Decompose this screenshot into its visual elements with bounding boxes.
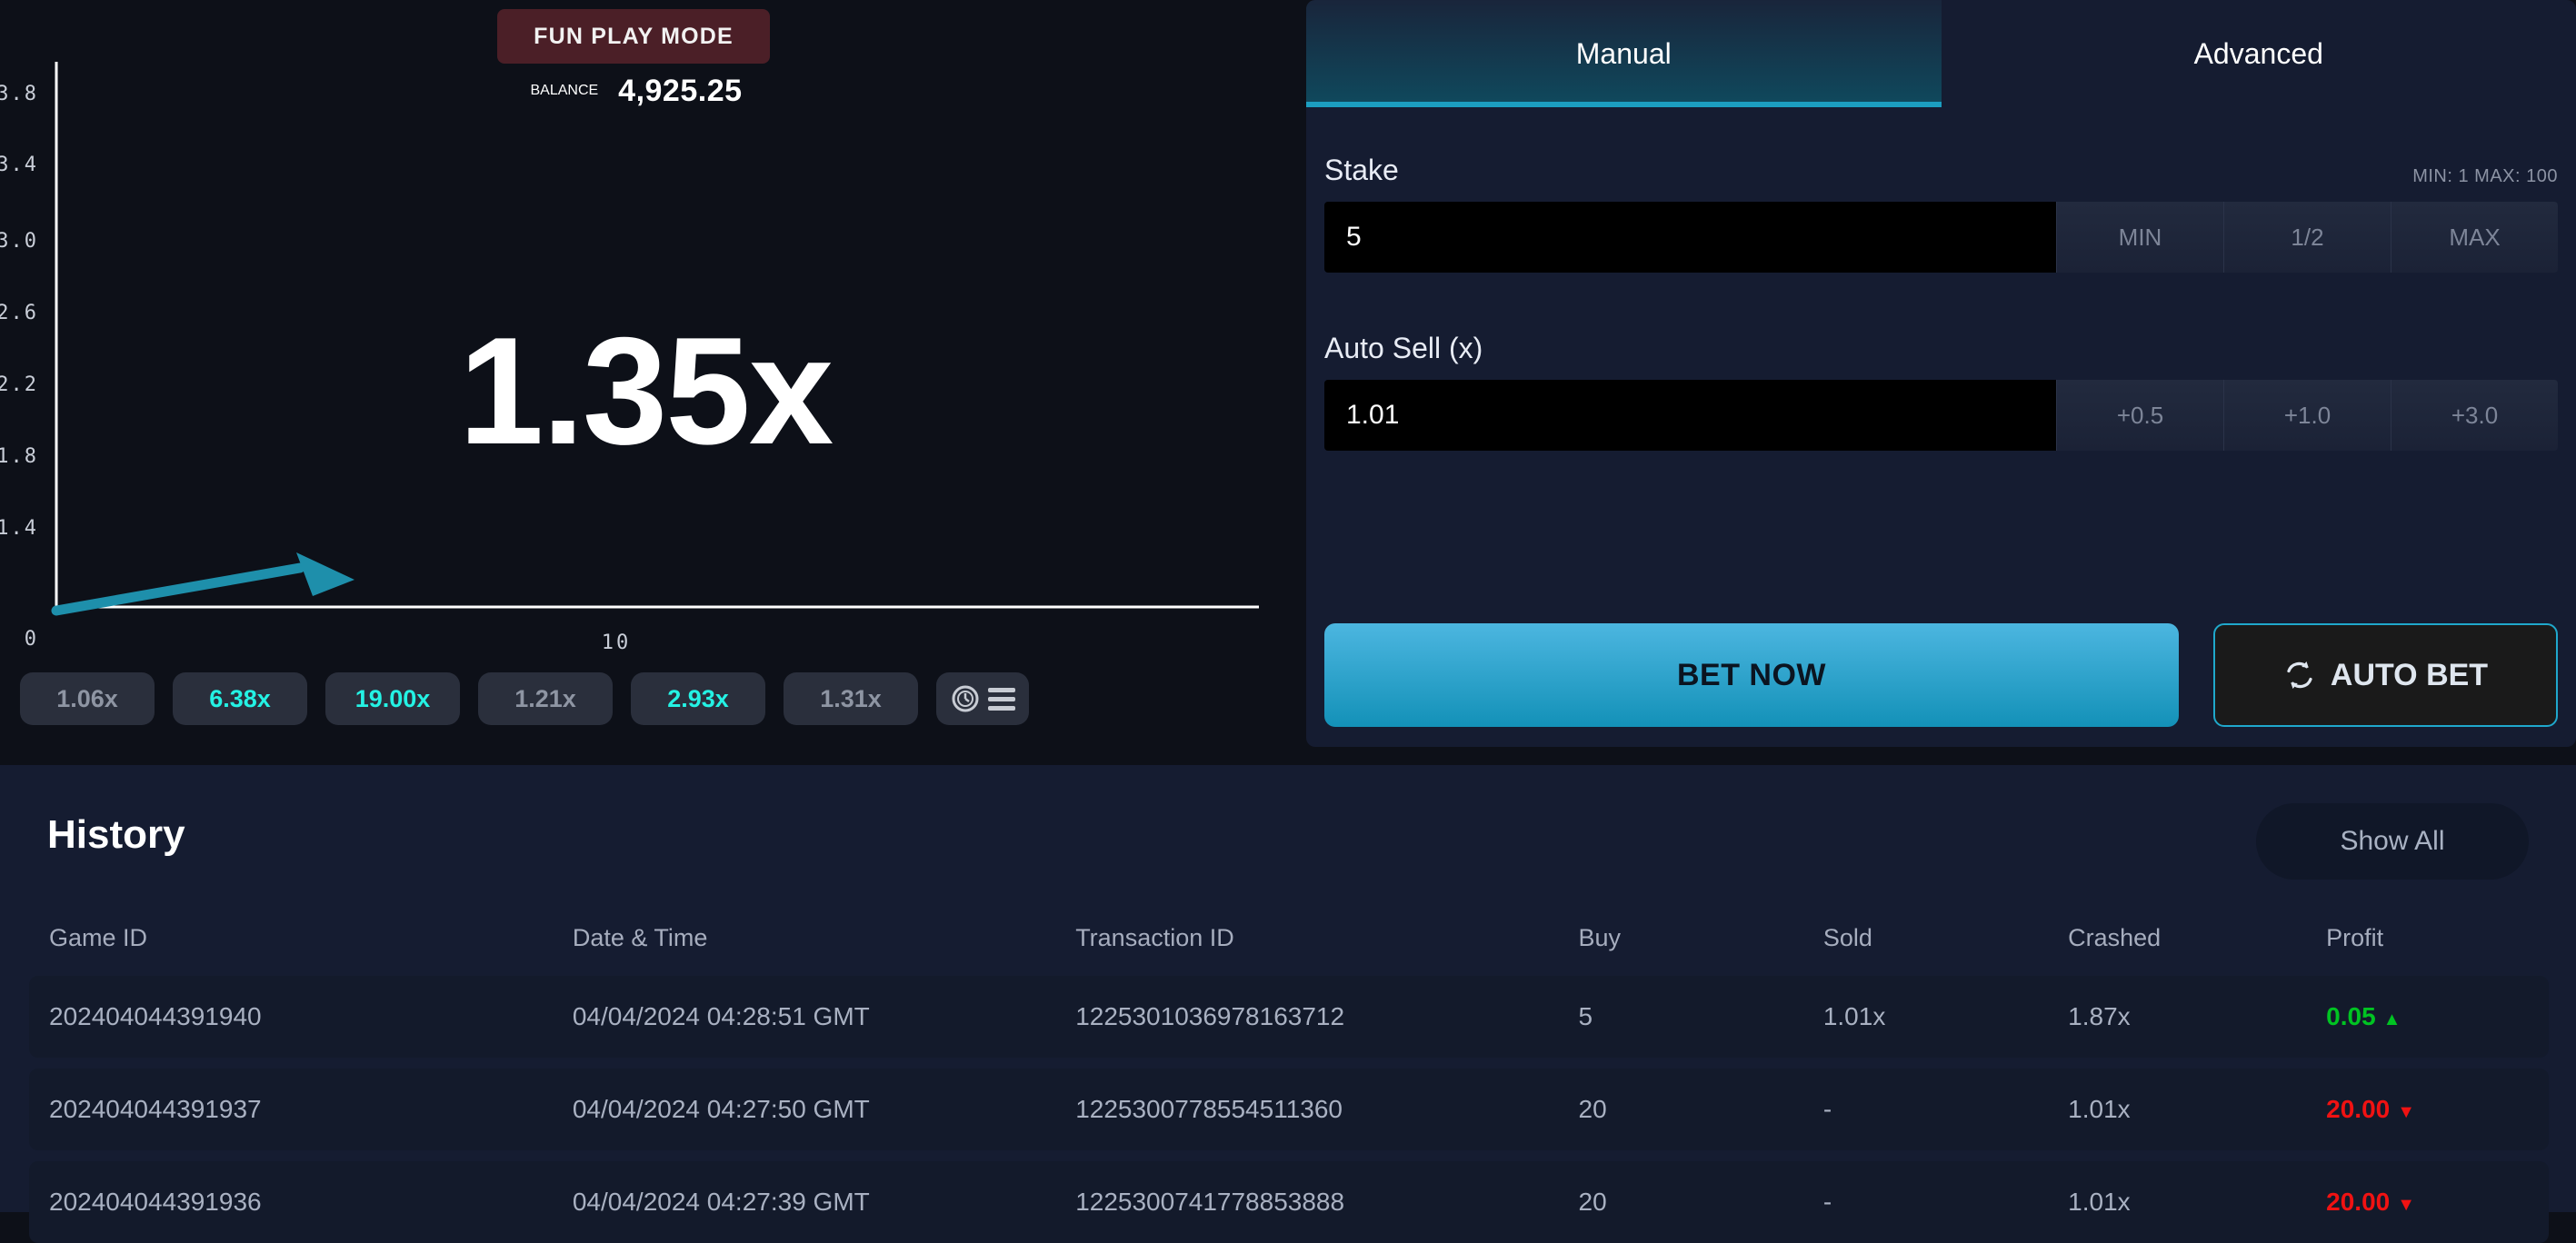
stake-half-button[interactable]: 1/2 <box>2223 202 2391 273</box>
auto-sell-field-row: +0.5 +1.0 +3.0 <box>1324 380 2558 451</box>
svg-text:1.8: 1.8 <box>0 445 38 468</box>
history-title: History <box>47 812 185 858</box>
column-header-transaction-id: Transaction ID <box>1075 924 1578 952</box>
svg-text:2.2: 2.2 <box>0 373 38 396</box>
profit-value: 20.00 <box>2326 1188 2390 1216</box>
stake-quick-buttons: MIN 1/2 MAX <box>2056 202 2558 273</box>
game-panel: FUN PLAY MODE BALANCE 4,925.25 3.8 3.4 3… <box>0 0 1306 752</box>
cell-game-id: 202404044391940 <box>29 1002 573 1031</box>
auto-bet-button[interactable]: AUTO BET <box>2213 623 2558 727</box>
top-area: FUN PLAY MODE BALANCE 4,925.25 3.8 3.4 3… <box>0 0 2576 752</box>
profit-up-arrow-icon: ▲ <box>2383 1009 2401 1029</box>
history-chip[interactable]: 1.31x <box>784 672 918 725</box>
auto-sell-quick-buttons: +0.5 +1.0 +3.0 <box>2056 380 2558 451</box>
cell-buy: 20 <box>1579 1095 1823 1124</box>
auto-sell-plus-half-button[interactable]: +0.5 <box>2056 380 2223 451</box>
cell-transaction-id: 1225300778554511360 <box>1075 1095 1578 1124</box>
bet-actions: BET NOW AUTO BET <box>1324 623 2558 727</box>
cell-profit: 20.00▼ <box>2326 1188 2549 1217</box>
column-header-profit: Profit <box>2326 924 2549 952</box>
tab-advanced[interactable]: Advanced <box>1942 0 2576 107</box>
svg-text:0: 0 <box>25 628 38 651</box>
history-section: History Show All Game ID Date & Time Tra… <box>0 765 2576 1212</box>
history-chip[interactable]: 6.38x <box>173 672 307 725</box>
cell-sold: 1.01x <box>1823 1002 2068 1031</box>
stake-field-head: Stake MIN: 1 MAX: 100 <box>1324 145 2558 187</box>
history-chip[interactable]: 1.21x <box>478 672 613 725</box>
stake-max-button[interactable]: MAX <box>2391 202 2558 273</box>
bet-now-button[interactable]: BET NOW <box>1324 623 2179 727</box>
history-chip[interactable]: 1.06x <box>20 672 155 725</box>
svg-text:10: 10 <box>602 631 632 654</box>
auto-bet-label: AUTO BET <box>2331 658 2488 693</box>
history-header: History Show All <box>0 765 2576 903</box>
profit-down-arrow-icon: ▼ <box>2397 1102 2415 1122</box>
cell-sold: - <box>1823 1188 2068 1217</box>
cell-crashed: 1.01x <box>2068 1095 2326 1124</box>
auto-sell-plus-three-button[interactable]: +3.0 <box>2391 380 2558 451</box>
cell-game-id: 202404044391936 <box>29 1188 573 1217</box>
table-row[interactable]: 202404044391940 04/04/2024 04:28:51 GMT … <box>29 976 2549 1058</box>
auto-sell-plus-one-button[interactable]: +1.0 <box>2223 380 2391 451</box>
table-row[interactable]: 202404044391937 04/04/2024 04:27:50 GMT … <box>29 1069 2549 1150</box>
column-header-crashed: Crashed <box>2068 924 2326 952</box>
history-chip[interactable]: 19.00x <box>325 672 460 725</box>
profit-value: 20.00 <box>2326 1095 2390 1123</box>
clock-icon <box>950 682 983 715</box>
cell-date-time: 04/04/2024 04:28:51 GMT <box>573 1002 1075 1031</box>
svg-text:1.4: 1.4 <box>0 517 38 540</box>
column-header-buy: Buy <box>1579 924 1823 952</box>
cell-buy: 5 <box>1579 1002 1823 1031</box>
list-icon <box>988 688 1015 711</box>
svg-text:3.0: 3.0 <box>0 230 38 253</box>
column-header-game-id: Game ID <box>29 924 573 952</box>
auto-sell-label: Auto Sell (x) <box>1324 332 1483 365</box>
cell-game-id: 202404044391937 <box>29 1095 573 1124</box>
round-history-chips: 1.06x 6.38x 19.00x 1.21x 2.93x 1.31x <box>20 672 1029 725</box>
svg-text:3.8: 3.8 <box>0 83 38 105</box>
cell-buy: 20 <box>1579 1188 1823 1217</box>
cell-profit: 20.00 ▼ <box>2326 1095 2549 1124</box>
history-table-header: Game ID Date & Time Transaction ID Buy S… <box>29 910 2549 965</box>
auto-sell-input[interactable] <box>1324 380 2056 451</box>
column-header-date-time: Date & Time <box>573 924 1075 952</box>
stake-field-block: Stake MIN: 1 MAX: 100 MIN 1/2 MAX <box>1324 145 2558 273</box>
crash-chart: 3.8 3.4 3.0 2.6 2.2 1.8 1.4 0 10 1.35x <box>0 55 1291 654</box>
auto-sell-field-block: Auto Sell (x) +0.5 +1.0 +3.0 <box>1324 323 2558 451</box>
history-chip[interactable]: 2.93x <box>631 672 765 725</box>
cell-date-time: 04/04/2024 04:27:50 GMT <box>573 1095 1075 1124</box>
cell-transaction-id: 1225300741778853888 <box>1075 1188 1578 1217</box>
auto-sell-field-head: Auto Sell (x) <box>1324 323 2558 365</box>
cell-sold: - <box>1823 1095 2068 1124</box>
table-row[interactable]: 202404044391936 04/04/2024 04:27:39 GMT … <box>29 1161 2549 1243</box>
bet-panel: Manual Advanced Stake MIN: 1 MAX: 100 MI… <box>1306 0 2576 747</box>
column-header-sold: Sold <box>1823 924 2068 952</box>
stake-limits-hint: MIN: 1 MAX: 100 <box>2412 166 2558 187</box>
cell-date-time: 04/04/2024 04:27:39 GMT <box>573 1188 1075 1217</box>
bet-mode-tabs: Manual Advanced <box>1306 0 2576 107</box>
stake-field-row: MIN 1/2 MAX <box>1324 202 2558 273</box>
tab-manual[interactable]: Manual <box>1306 0 1942 107</box>
cell-crashed: 1.01x <box>2068 1188 2326 1217</box>
cell-profit: 0.05 ▲ <box>2326 1002 2549 1031</box>
multiplier-display: 1.35x <box>300 300 991 482</box>
svg-text:2.6: 2.6 <box>0 302 38 324</box>
show-all-button[interactable]: Show All <box>2256 803 2529 880</box>
refresh-icon <box>2283 659 2316 691</box>
profit-value: 0.05 <box>2326 1002 2376 1030</box>
stake-min-button[interactable]: MIN <box>2056 202 2223 273</box>
stake-label: Stake <box>1324 154 1399 187</box>
stake-input[interactable] <box>1324 202 2056 273</box>
svg-text:3.4: 3.4 <box>0 154 38 176</box>
cell-crashed: 1.87x <box>2068 1002 2326 1031</box>
history-menu-button[interactable] <box>936 672 1029 725</box>
cell-transaction-id: 1225301036978163712 <box>1075 1002 1578 1031</box>
